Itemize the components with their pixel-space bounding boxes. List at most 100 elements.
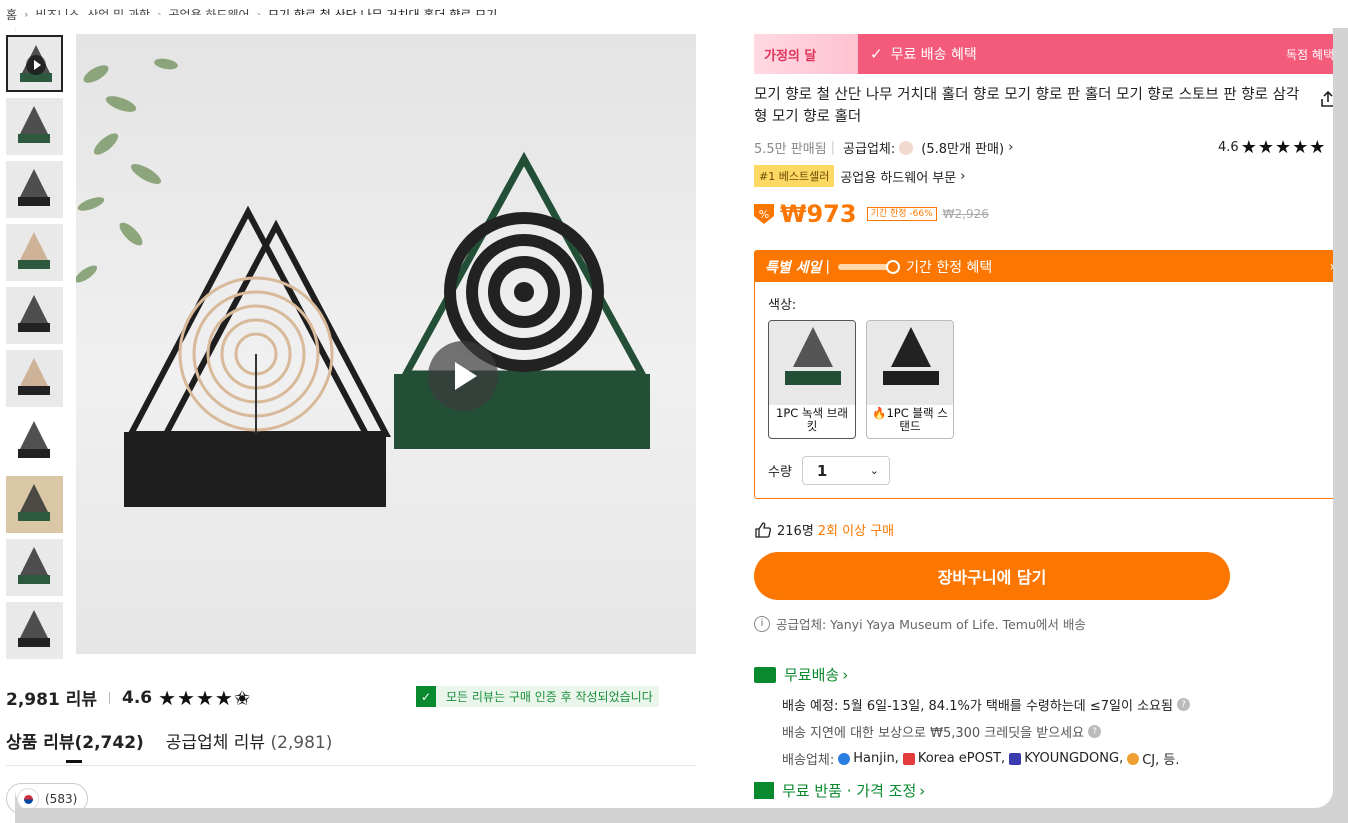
thumbnail-video[interactable]	[6, 35, 63, 92]
shipping-eta-text: 배송 예정: 5월 6일-13일, 84.1%가 택배를 수령하는데 ≤7일이 …	[782, 699, 1173, 714]
thumbnail-image[interactable]	[6, 224, 63, 281]
free-shipping-label: 무료배송	[784, 666, 840, 684]
tab-supplier-reviews[interactable]: 공급업체 리뷰 (2,981)	[166, 728, 333, 763]
carrier-hanjin: Hanjin,	[853, 751, 899, 766]
limited-benefit-label: 기간 한정 혜택	[906, 259, 993, 276]
thumbnail-list	[6, 35, 63, 665]
price-line: % ₩973 기간 한정 -66% ₩2,926	[754, 200, 989, 228]
bestseller-category: 공업용 하드웨어 부문	[840, 170, 957, 186]
quantity-value: 1	[816, 461, 828, 480]
color-label: 색상:	[768, 298, 797, 313]
review-rating: 4.6	[121, 687, 153, 708]
limited-discount-tag: 기간 한정 -66%	[866, 207, 937, 221]
original-price: ₩2,926	[942, 207, 989, 221]
current-price: ₩973	[780, 200, 857, 228]
help-icon[interactable]: ?	[1088, 725, 1102, 738]
sold-count: 5.5만 판매됨	[754, 142, 827, 157]
review-summary[interactable]: 2,981 리뷰 4.6 ★★★★✬	[6, 685, 252, 711]
sales-meta: 5.5만 판매됨 | 공급업체: (5.8만개 판매) ›	[754, 138, 1013, 157]
bestseller-badge: #1 베스트셀러	[754, 165, 835, 187]
main-product-image[interactable]	[76, 34, 696, 654]
color-option-green[interactable]: 1PC 녹색 브래킷	[768, 320, 856, 439]
thumbnail-image[interactable]	[6, 602, 63, 659]
tab-label: 상품 리뷰	[6, 733, 75, 753]
divider	[108, 691, 110, 704]
buyer-count: 216명	[777, 524, 814, 539]
chevron-right-icon: ›	[1008, 140, 1014, 155]
thumbnail-image[interactable]	[6, 287, 63, 344]
color-option-black[interactable]: 🔥1PC 블랙 스탠드	[866, 320, 954, 439]
thumbnail-image[interactable]	[6, 476, 63, 533]
option-label: 1PC 녹색 브래킷	[776, 406, 848, 433]
timer-bar	[838, 263, 889, 270]
free-return-header[interactable]: 무료 반품 · 가격 조정 ›	[754, 780, 925, 801]
repeat-purchase-label: 2회 이상 구매	[817, 524, 895, 539]
thumbnail-image[interactable]	[6, 350, 63, 407]
quantity-row: 수량 1 ⌄	[768, 456, 890, 485]
chevron-down-icon: ⌄	[869, 464, 879, 477]
special-sale-label: 특별 세일	[765, 259, 822, 276]
verified-reviews-badge: ✓ 모든 리뷰는 구매 인증 후 작성되었습니다	[416, 686, 659, 707]
tab-count: (2,742)	[74, 733, 144, 753]
korea-post-logo-icon	[902, 752, 915, 765]
korea-flag-icon	[17, 787, 39, 810]
chevron-right-icon: ›	[842, 665, 849, 684]
thumbnail-image[interactable]	[6, 98, 63, 155]
play-button[interactable]	[428, 341, 498, 411]
thumbnail-image[interactable]	[6, 161, 63, 218]
review-tabs: 상품 리뷰(2,742) 공급업체 리뷰 (2,981)	[6, 728, 354, 763]
supplier-note: i 공급업체: Yanyi Yaya Museum of Life. Temu에…	[754, 614, 1086, 633]
free-return-label: 무료 반품 · 가격 조정	[782, 782, 917, 800]
shield-icon: ✓	[416, 686, 436, 707]
truck-icon	[754, 666, 776, 683]
festival-label: 가정의 달	[754, 34, 858, 74]
quantity-label: 수량	[768, 465, 792, 480]
check-icon: ✓	[870, 45, 883, 63]
supplier-label[interactable]: 공급업체:	[843, 138, 895, 157]
carrier-cj: CJ, 등.	[1142, 753, 1180, 768]
thumbnail-image[interactable]	[6, 413, 63, 470]
play-icon	[26, 55, 46, 75]
discount-tag-icon: %	[754, 204, 774, 224]
product-illustration	[76, 58, 650, 507]
scroll-gutter	[15, 808, 1348, 823]
bestseller-line[interactable]: #1 베스트셀러 공업용 하드웨어 부문 ›	[754, 165, 965, 187]
chevron-right-icon: ›	[919, 781, 926, 800]
promo-banner[interactable]: 가정의 달 ✓ 무료 배송 혜택 독점 혜택	[754, 34, 1346, 74]
product-title: 모기 향로 철 산단 나무 거치대 홀더 향로 모기 향로 판 홀더 모기 향로…	[754, 87, 1300, 125]
supplier-note-text: 공급업체: Yanyi Yaya Museum of Life. Temu에서 …	[776, 617, 1086, 632]
shipping-eta: 배송 예정: 5월 6일-13일, 84.1%가 택배를 수령하는데 ≤7일이 …	[782, 695, 1190, 714]
quantity-select[interactable]: 1 ⌄	[801, 456, 890, 485]
thumbs-up-icon	[755, 521, 771, 538]
breadcrumb-home[interactable]: 홈	[6, 6, 17, 23]
help-icon[interactable]: ?	[1176, 698, 1190, 711]
product-rating[interactable]: 4.6 ★★★★★	[1218, 137, 1326, 158]
repeat-buyers: 216명 2회 이상 구매	[754, 520, 894, 539]
carrier-epost: Korea ePOST,	[917, 751, 1006, 766]
verified-text: 모든 리뷰는 구매 인증 후 작성되었습니다	[446, 690, 653, 704]
thumbnail-image[interactable]	[6, 539, 63, 596]
carrier-kyoungdong: KYOUNGDONG,	[1024, 751, 1124, 766]
option-image	[769, 321, 855, 405]
compensation-text: 배송 지연에 대한 보상으로 ₩5,300 크레딧을 받으세요	[782, 726, 1085, 741]
special-sale-header[interactable]: 특별 세일 | 기간 한정 혜택 ›	[755, 251, 1345, 282]
cj-logo-icon	[1127, 752, 1140, 765]
star-rating-icon: ★★★★★	[1240, 137, 1327, 158]
option-label-row: 🔥1PC 블랙 스탠드	[867, 405, 953, 435]
free-shipping-header[interactable]: 무료배송 ›	[754, 664, 848, 685]
tab-product-reviews[interactable]: 상품 리뷰(2,742)	[6, 728, 144, 763]
star-rating-icon: ★★★★✬	[158, 685, 252, 710]
delay-compensation: 배송 지연에 대한 보상으로 ₩5,300 크레딧을 받으세요 ?	[782, 722, 1102, 741]
add-to-cart-button[interactable]: 장바구니에 담기	[754, 552, 1230, 600]
divider: |	[830, 140, 836, 155]
carriers-label: 배송업체:	[782, 753, 835, 768]
option-label: 1PC 블랙 스탠드	[886, 406, 948, 433]
return-box-icon	[754, 782, 774, 799]
info-icon: i	[754, 615, 770, 632]
chevron-right-icon: ›	[960, 168, 966, 184]
special-sale-box: 특별 세일 | 기간 한정 혜택 › 색상: 1PC 녹색 브래킷 🔥1PC 블…	[754, 250, 1346, 499]
scroll-gutter	[1333, 28, 1348, 823]
supplier-sales[interactable]: (5.8만개 판매)	[921, 138, 1004, 157]
divider: |	[825, 258, 831, 275]
exclusive-label: 독점 혜택	[1286, 47, 1334, 62]
